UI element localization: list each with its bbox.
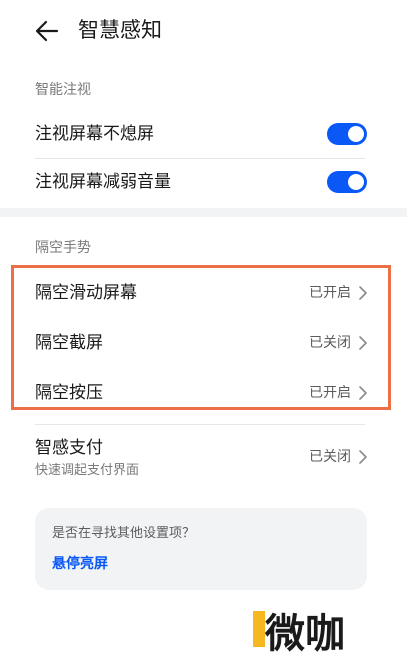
setting-label: 隔空截屏 (35, 333, 103, 353)
setting-label: 隔空滑动屏幕 (35, 283, 137, 303)
chevron-right-icon (359, 286, 367, 300)
status-text: 已关闭 (309, 335, 351, 351)
suggestion-card: 是否在寻找其他设置项？ 悬停亮屏 (35, 508, 367, 590)
watermark-text: 微咖 (264, 611, 345, 653)
setting-label: 智感支付 (35, 438, 103, 458)
back-button[interactable] (32, 16, 62, 46)
setting-row-smart-pay[interactable]: 智感支付 快速调起支付界面 已关闭 (0, 429, 407, 489)
suggestion-question: 是否在寻找其他设置项？ (52, 526, 196, 541)
setting-row-air-swipe[interactable]: 隔空滑动屏幕 已开启 (0, 268, 407, 318)
chevron-right-icon (359, 336, 367, 350)
status-text: 已关闭 (309, 449, 351, 465)
chevron-right-icon (359, 450, 367, 464)
divider (35, 424, 365, 425)
section-title-smart-gaze: 智能注视 (35, 82, 91, 98)
setting-subtitle: 快速调起支付界面 (35, 463, 140, 478)
air-gestures-section: 隔空手势 隔空滑动屏幕 已开启 隔空截屏 已关闭 隔空按压 已开启 智感支付 快… (0, 217, 407, 657)
toggle-switch-lower-volume[interactable] (327, 171, 367, 193)
chevron-right-icon (359, 386, 367, 400)
status-text: 已开启 (309, 285, 351, 301)
watermark-logo: 微咖 (253, 611, 345, 653)
setting-row-air-press[interactable]: 隔空按压 已开启 (0, 368, 407, 418)
toggle-knob (348, 126, 364, 142)
setting-row-keep-screen-on[interactable]: 注视屏幕不熄屏 (0, 110, 407, 158)
setting-label: 注视屏幕不熄屏 (35, 124, 154, 144)
setting-row-air-screenshot[interactable]: 隔空截屏 已关闭 (0, 318, 407, 368)
smart-gaze-section: 智能注视 注视屏幕不熄屏 注视屏幕减弱音量 (0, 62, 407, 208)
arrow-left-icon (35, 20, 59, 42)
setting-label: 隔空按压 (35, 383, 103, 403)
toggle-switch-keep-screen-on[interactable] (327, 123, 367, 145)
section-title-air-gestures: 隔空手势 (35, 240, 91, 256)
status-text: 已开启 (309, 385, 351, 401)
setting-label: 注视屏幕减弱音量 (35, 172, 171, 192)
toggle-knob (348, 174, 364, 190)
page-title: 智慧感知 (78, 18, 162, 42)
setting-row-lower-volume[interactable]: 注视屏幕减弱音量 (0, 159, 407, 207)
top-app-bar: 智慧感知 (0, 0, 407, 62)
suggestion-link-hover-wake[interactable]: 悬停亮屏 (52, 554, 108, 574)
